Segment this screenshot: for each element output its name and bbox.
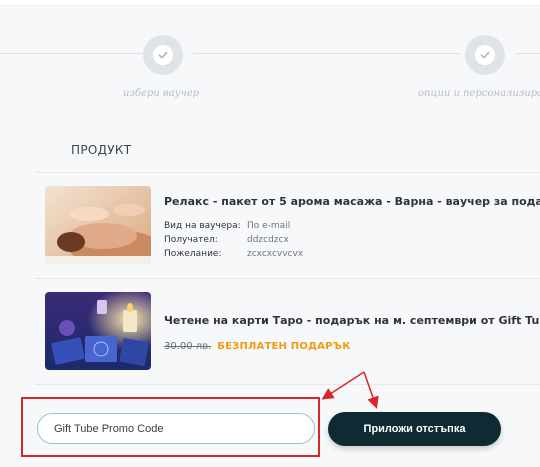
free-gift-badge: БЕЗПЛАТЕН ПОДАРЪК [217, 341, 351, 352]
recipient-row: Получател: ddzcdzcx [164, 235, 289, 245]
step-2-indicator[interactable] [465, 35, 505, 75]
step-connector [193, 53, 461, 54]
apply-discount-button[interactable]: Приложи отстъпка [328, 412, 501, 446]
top-bar [0, 0, 540, 6]
arrow-to-input [321, 371, 365, 400]
voucher-type-row: Вид на ваучера: По e-mail [164, 221, 290, 231]
cart-item: Релакс - пакет от 5 арома масажа - Варна… [45, 186, 540, 266]
old-price: 30.00 лв. [164, 341, 212, 352]
cart-item: Четене на карти Таро - подарък на м. сеп… [45, 292, 540, 372]
step-1-indicator[interactable] [143, 35, 183, 75]
divider [35, 172, 540, 173]
step-connector [515, 53, 540, 54]
price-row: 30.00 лв. БЕЗПЛАТЕН ПОДАРЪК [164, 341, 351, 352]
step-2-label: опции и персонализира [418, 88, 540, 99]
checkmark-icon [153, 45, 173, 65]
divider [35, 384, 540, 385]
wish-value: zcxcxcvvcvx [247, 249, 304, 259]
checkout-stepper: избери ваучер опции и персонализира [0, 30, 540, 110]
recipient-key: Получател: [164, 235, 218, 245]
step-connector [0, 53, 143, 54]
checkmark-icon [475, 45, 495, 65]
product-name[interactable]: Четене на карти Таро - подарък на м. сеп… [164, 314, 540, 327]
arrow-to-button [363, 371, 379, 409]
step-1-label: избери ваучер [123, 88, 200, 99]
voucher-type-value: По e-mail [247, 221, 291, 231]
wish-key: Пожелание: [164, 249, 222, 259]
product-image-tarot[interactable] [45, 292, 151, 370]
product-image-massage[interactable] [45, 186, 151, 264]
recipient-value: ddzcdzcx [247, 235, 289, 245]
promo-code-input[interactable] [37, 413, 315, 444]
voucher-type-key: Вид на ваучера: [164, 221, 241, 231]
product-section-title: ПРОДУКТ [71, 143, 132, 157]
divider [35, 278, 540, 279]
wish-row: Пожелание: zcxcxcvvcvx [164, 249, 303, 259]
product-name[interactable]: Релакс - пакет от 5 арома масажа - Варна… [164, 195, 540, 208]
